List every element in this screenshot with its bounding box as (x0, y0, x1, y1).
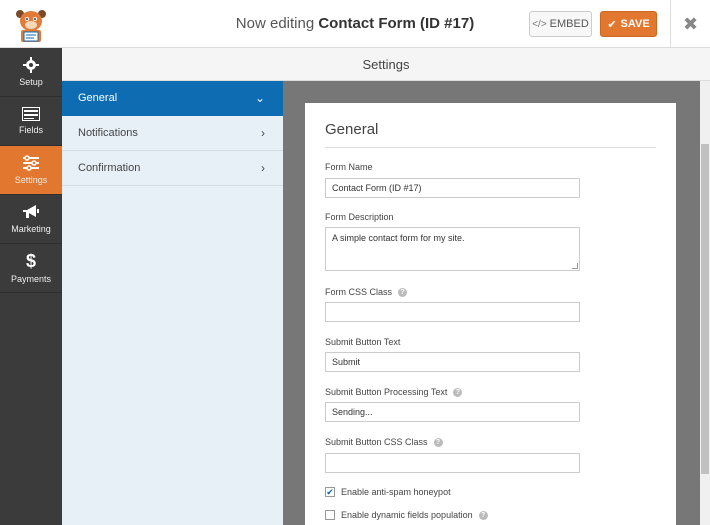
dollar-icon: $ (25, 251, 36, 271)
honeypot-checkbox[interactable]: ✔ (325, 487, 335, 497)
sidebar-item-marketing[interactable]: Marketing (0, 195, 62, 244)
help-icon[interactable]: ? (398, 287, 408, 297)
chevron-right-icon: › (261, 126, 265, 140)
submit-text-input[interactable]: Submit (325, 352, 580, 372)
title-prefix: Now editing (235, 15, 319, 32)
submit-processing-label: Submit Button Processing Text ? (325, 387, 463, 397)
honeypot-row: ✔ Enable anti-spam honeypot (325, 487, 451, 497)
sidebar-item-label: Fields (18, 125, 43, 135)
gear-icon (23, 57, 39, 73)
submit-text-label: Submit Button Text (325, 337, 401, 347)
megaphone-icon (22, 204, 40, 220)
help-icon[interactable]: ? (478, 510, 488, 520)
form-description-label: Form Description (325, 212, 394, 222)
check-icon: ✔ (607, 18, 617, 31)
builder-sidebar: Setup Fields Settings Marketing $ Paymen… (0, 48, 62, 525)
panel-item-label: Confirmation (78, 162, 141, 174)
section-heading: General (325, 121, 656, 148)
sidebar-item-payments[interactable]: $ Payments (0, 244, 62, 293)
form-description-textarea[interactable]: A simple contact form for my site. (325, 227, 580, 271)
close-icon[interactable]: ✖ (670, 0, 710, 48)
chevron-right-icon: › (261, 161, 265, 175)
save-label: SAVE (620, 18, 650, 30)
panel-item-general[interactable]: General ⌄ (62, 81, 283, 116)
embed-label: EMBED (549, 18, 589, 30)
help-icon[interactable]: ? (453, 387, 463, 397)
panel-item-label: General (78, 92, 118, 104)
scrollbar[interactable] (700, 81, 710, 525)
dynamic-fields-label: Enable dynamic fields population (341, 510, 473, 520)
sidebar-item-label: Settings (14, 175, 48, 185)
submit-processing-input[interactable]: Sending... (325, 402, 580, 422)
panel-item-confirmation[interactable]: Confirmation › (62, 151, 283, 186)
sidebar-item-label: Marketing (11, 224, 51, 234)
form-css-class-label-text: Form CSS Class (325, 287, 393, 297)
form-name-input[interactable]: Contact Form (ID #17) (325, 178, 580, 198)
resize-handle[interactable] (572, 263, 578, 269)
form-title: Contact Form (ID #17) (318, 15, 475, 32)
form-css-class-input[interactable] (325, 302, 580, 322)
form-css-class-label: Form CSS Class ? (325, 287, 408, 297)
wpforms-logo (0, 0, 62, 48)
code-icon: </> (532, 18, 547, 30)
honeypot-label: Enable anti-spam honeypot (341, 487, 451, 497)
sidebar-item-fields[interactable]: Fields (0, 97, 62, 146)
form-description-value: A simple contact form for my site. (332, 233, 465, 243)
save-button[interactable]: ✔ SAVE (600, 11, 657, 37)
submit-processing-label-text: Submit Button Processing Text (325, 387, 448, 397)
sliders-icon (22, 155, 40, 171)
top-bar: Now editing Contact Form (ID #17) </> EM… (0, 0, 710, 48)
submit-css-input[interactable] (325, 453, 580, 473)
sidebar-item-setup[interactable]: Setup (0, 48, 62, 97)
form-name-label: Form Name (325, 162, 373, 172)
settings-panel: General ⌄ Notifications › Confirmation › (62, 81, 283, 525)
panel-item-label: Notifications (78, 127, 138, 139)
dynamic-fields-row: Enable dynamic fields population ? (325, 510, 488, 520)
settings-header: Settings (62, 48, 710, 81)
help-icon[interactable]: ? (433, 437, 443, 447)
dynamic-fields-checkbox[interactable] (325, 510, 335, 520)
submit-css-label: Submit Button CSS Class ? (325, 437, 443, 447)
scroll-thumb[interactable] (701, 144, 709, 474)
panel-item-notifications[interactable]: Notifications › (62, 116, 283, 151)
settings-content: General Form Name Contact Form (ID #17) … (283, 81, 700, 525)
sidebar-item-label: Setup (19, 77, 43, 87)
list-icon (22, 107, 40, 121)
submit-css-label-text: Submit Button CSS Class (325, 437, 428, 447)
general-card: General Form Name Contact Form (ID #17) … (305, 103, 676, 525)
chevron-down-icon: ⌄ (254, 91, 265, 105)
embed-button[interactable]: </> EMBED (529, 11, 592, 37)
sidebar-item-settings[interactable]: Settings (0, 146, 62, 195)
sidebar-item-label: Payments (10, 274, 52, 284)
